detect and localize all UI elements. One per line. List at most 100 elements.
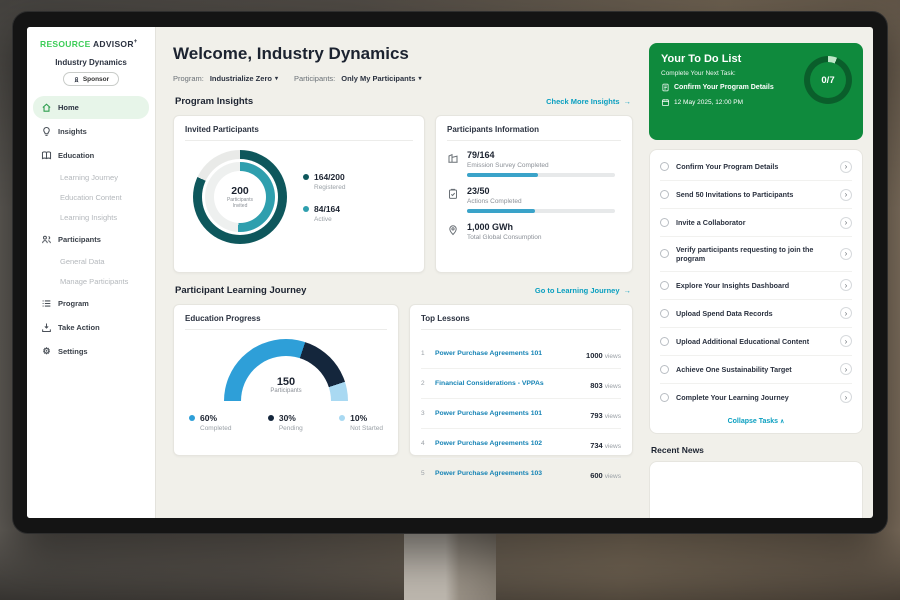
task-row[interactable]: Verify participants requesting to join t… <box>660 237 852 272</box>
task-label: Upload Spend Data Records <box>676 309 833 318</box>
clipboard-check-icon <box>447 187 459 199</box>
program-insights-cards: Invited Participants 200 Participants In… <box>173 115 633 273</box>
task-label: Send 50 Invitations to Participants <box>676 190 833 199</box>
sidebar-item-manage-participants[interactable]: Manage Participants <box>33 272 149 291</box>
task-row[interactable]: Explore Your Insights Dashboard › <box>660 272 852 300</box>
donut-center-value: 200 <box>231 185 249 197</box>
collapse-tasks-link[interactable]: Collapse Tasks ∧ <box>660 411 852 431</box>
sidebar-item-label: Settings <box>58 347 88 356</box>
building-icon <box>447 151 459 163</box>
gauge-center-label: Participants <box>241 388 331 394</box>
chevron-up-icon: ∧ <box>780 419 784 425</box>
task-checkbox[interactable] <box>660 218 669 227</box>
task-checkbox[interactable] <box>660 190 669 199</box>
chevron-right-icon[interactable]: › <box>840 363 852 375</box>
lesson-link[interactable]: Power Purchase Agreements 101 <box>435 410 584 417</box>
sidebar-item-general-data[interactable]: General Data <box>33 252 149 271</box>
sidebar-item-label: Home <box>58 103 79 112</box>
legend-dot <box>303 174 309 180</box>
sidebar-item-education-content[interactable]: Education Content <box>33 188 149 207</box>
sidebar-item-learning-journey[interactable]: Learning Journey <box>33 168 149 187</box>
task-row[interactable]: Upload Additional Educational Content › <box>660 328 852 356</box>
task-checkbox[interactable] <box>660 309 669 318</box>
lesson-views: 803 <box>590 381 603 390</box>
participants-filter-dropdown[interactable]: Only My Participants ▾ <box>341 74 421 83</box>
task-checkbox[interactable] <box>660 393 669 402</box>
sidebar-item-learning-insights[interactable]: Learning Insights <box>33 208 149 227</box>
task-row[interactable]: Confirm Your Program Details › <box>660 153 852 181</box>
task-checkbox[interactable] <box>660 365 669 374</box>
recent-news-title: Recent News <box>651 445 863 455</box>
lesson-link[interactable]: Power Purchase Agreements 102 <box>435 440 584 447</box>
check-more-insights-link[interactable]: Check More Insights → <box>546 97 631 106</box>
lesson-link[interactable]: Power Purchase Agreements 103 <box>435 470 584 477</box>
info-value: 23/50 <box>467 186 615 196</box>
task-checkbox[interactable] <box>660 337 669 346</box>
task-checkbox[interactable] <box>660 281 669 290</box>
arrow-right-icon: → <box>624 97 632 106</box>
chevron-right-icon[interactable]: › <box>840 248 852 260</box>
sidebar-item-home[interactable]: Home <box>33 96 149 119</box>
chevron-right-icon[interactable]: › <box>840 335 852 347</box>
link-label: Go to Learning Journey <box>535 286 620 295</box>
chevron-right-icon[interactable]: › <box>840 391 852 403</box>
legend-item-pending: 30% Pending <box>268 413 303 432</box>
lesson-views: 734 <box>590 441 603 450</box>
org-name: Industry Dynamics <box>27 58 155 67</box>
sidebar-item-participants[interactable]: Participants <box>33 228 149 251</box>
learning-journey-header: Participant Learning Journey Go to Learn… <box>175 285 631 296</box>
task-row[interactable]: Send 50 Invitations to Participants › <box>660 181 852 209</box>
monitor-stand <box>404 532 496 600</box>
task-label: Explore Your Insights Dashboard <box>676 281 833 290</box>
top-lessons-card: Top Lessons 1 Power Purchase Agreements … <box>409 304 633 456</box>
info-value: 79/164 <box>467 150 615 160</box>
task-row[interactable]: Invite a Collaborator › <box>660 209 852 237</box>
learning-journey-title: Participant Learning Journey <box>175 285 306 296</box>
task-checkbox[interactable] <box>660 249 669 258</box>
chevron-right-icon[interactable]: › <box>840 161 852 173</box>
legend-item-completed: 60% Completed <box>189 413 231 432</box>
todo-next-task[interactable]: Confirm Your Program Details <box>661 83 796 92</box>
todo-progress-value: 0/7 <box>821 75 834 86</box>
chevron-right-icon[interactable]: › <box>840 189 852 201</box>
sidebar-item-label: Insights <box>58 127 87 136</box>
go-to-learning-journey-link[interactable]: Go to Learning Journey → <box>535 286 631 295</box>
chevron-right-icon[interactable]: › <box>840 217 852 229</box>
sidebar-item-take-action[interactable]: Take Action <box>33 316 149 339</box>
gauge-center-value: 150 <box>241 376 331 388</box>
people-icon <box>41 234 52 245</box>
task-row[interactable]: Achieve One Sustainability Target › <box>660 356 852 384</box>
lesson-link[interactable]: Power Purchase Agreements 101 <box>435 350 580 357</box>
info-label: Emission Survey Completed <box>467 162 615 169</box>
sidebar-item-insights[interactable]: Insights <box>33 120 149 143</box>
sidebar-item-label: Program <box>58 299 89 308</box>
chevron-right-icon[interactable]: › <box>840 307 852 319</box>
legend-value: 84/164 <box>314 204 340 214</box>
lesson-row: 3 Power Purchase Agreements 101 793views <box>421 399 621 429</box>
task-row[interactable]: Complete Your Learning Journey › <box>660 384 852 411</box>
program-filter-label: Program: <box>173 74 204 83</box>
task-checkbox[interactable] <box>660 162 669 171</box>
global-consumption-row: 1,000 GWh Total Global Consumption <box>447 222 621 245</box>
gear-icon: ⚙ <box>41 346 52 357</box>
chevron-right-icon[interactable]: › <box>840 279 852 291</box>
invited-donut-chart: 200 Participants Invited <box>193 150 287 244</box>
task-label: Complete Your Learning Journey <box>676 393 833 402</box>
lesson-link[interactable]: Financial Considerations - VPPAs <box>435 380 584 387</box>
sidebar-item-education[interactable]: Education <box>33 144 149 167</box>
sidebar-item-settings[interactable]: ⚙ Settings <box>33 340 149 363</box>
legend-dot <box>339 415 345 421</box>
home-icon <box>41 102 52 113</box>
legend-item-active: 84/164 Active <box>303 204 345 223</box>
progress-bar <box>467 173 615 177</box>
lesson-rank: 5 <box>421 470 429 477</box>
program-filter-dropdown[interactable]: Industrialize Zero ▾ <box>210 74 278 83</box>
donut-center-label: Participants Invited <box>222 197 258 210</box>
sidebar-item-program[interactable]: Program <box>33 292 149 315</box>
task-label: Upload Additional Educational Content <box>676 337 833 346</box>
education-gauge-chart: 150 Participants <box>224 339 348 403</box>
task-row[interactable]: Upload Spend Data Records › <box>660 300 852 328</box>
todo-progress-ring: 0/7 <box>804 56 852 104</box>
legend-value: 30% <box>279 413 303 423</box>
sidebar-item-label: Learning Journey <box>60 173 118 182</box>
